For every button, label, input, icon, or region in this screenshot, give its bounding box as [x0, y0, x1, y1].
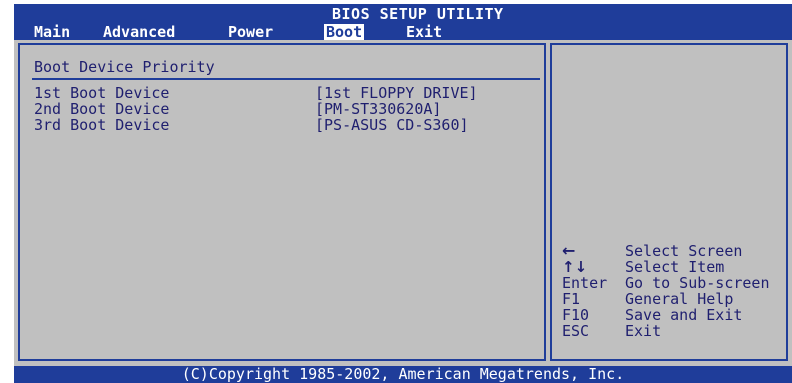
boot-device-label: 2nd Boot Device: [34, 100, 170, 118]
tab-power[interactable]: Power: [228, 24, 273, 41]
help-row: ← Select Screen: [562, 241, 784, 260]
help-row: ESC Exit: [562, 323, 784, 339]
help-description: Exit: [625, 322, 662, 340]
copyright-text: (C)Copyright 1985-2002, American Megatre…: [181, 365, 625, 383]
boot-settings-panel: Boot Device Priority 1st Boot Device [1s…: [18, 43, 546, 361]
boot-device-label: 3rd Boot Device: [34, 116, 170, 134]
tab-main[interactable]: Main: [34, 24, 70, 41]
help-description: Go to Sub-screen: [625, 274, 770, 292]
help-row: Enter Go to Sub-screen: [562, 275, 784, 291]
boot-device-row-3[interactable]: 3rd Boot Device [PS-ASUS CD-S360]: [34, 117, 504, 133]
left-arrow-icon: ←: [562, 241, 576, 260]
help-panel: ← Select Screen ↑↓ Select Item Enter Go …: [550, 43, 788, 361]
tab-boot[interactable]: Boot: [324, 24, 365, 41]
help-description: Select Item: [625, 258, 725, 276]
boot-device-label: 1st Boot Device: [34, 84, 170, 102]
boot-device-row-2[interactable]: 2nd Boot Device [PM-ST330620A]: [34, 101, 504, 117]
boot-device-value[interactable]: [PS-ASUS CD-S360]: [315, 117, 469, 133]
top-menu-bar: BIOS SETUP UTILITY Main Advanced Power B…: [14, 4, 792, 41]
section-divider: [32, 78, 540, 80]
bios-title: BIOS SETUP UTILITY: [332, 5, 504, 23]
tab-advanced[interactable]: Advanced: [103, 24, 175, 41]
help-key: ESC: [562, 322, 590, 340]
tab-exit[interactable]: Exit: [406, 24, 442, 41]
help-row: F10 Save and Exit: [562, 307, 784, 323]
help-key: F1: [562, 290, 581, 308]
bios-screen: BIOS SETUP UTILITY Main Advanced Power B…: [0, 0, 792, 383]
help-description: Select Screen: [625, 242, 743, 260]
key-help-list: ← Select Screen ↑↓ Select Item Enter Go …: [562, 241, 784, 340]
boot-device-value[interactable]: [1st FLOPPY DRIVE]: [315, 85, 478, 101]
section-title: Boot Device Priority: [34, 58, 215, 76]
help-description: Save and Exit: [625, 306, 743, 324]
help-description: General Help: [625, 290, 734, 308]
help-key: Enter: [562, 274, 608, 292]
help-row: ↑↓ Select Item: [562, 259, 784, 275]
help-row: F1 General Help: [562, 291, 784, 307]
help-key: F10: [562, 306, 590, 324]
main-panel: Boot Device Priority 1st Boot Device [1s…: [14, 40, 792, 366]
footer-bar: (C)Copyright 1985-2002, American Megatre…: [14, 366, 792, 383]
boot-device-value[interactable]: [PM-ST330620A]: [315, 101, 441, 117]
up-down-arrow-icon: ↑↓: [562, 258, 588, 276]
boot-device-row-1[interactable]: 1st Boot Device [1st FLOPPY DRIVE]: [34, 85, 504, 101]
